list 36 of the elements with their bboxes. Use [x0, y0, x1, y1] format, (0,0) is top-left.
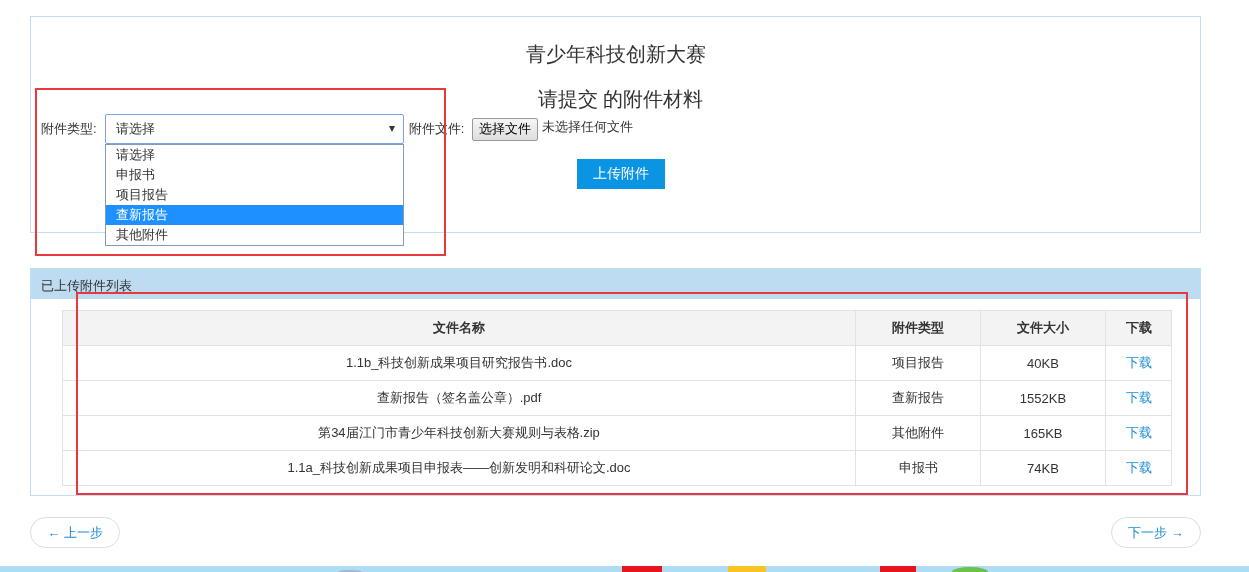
table-cell: 项目报告 [855, 345, 981, 381]
select-field[interactable]: 请选择 [104, 114, 404, 144]
download-link[interactable]: 下载 [1125, 460, 1152, 475]
table-cell: 1552KB [980, 380, 1106, 416]
table-cell: 74KB [980, 450, 1106, 486]
dropdown-option[interactable]: 请选择 [105, 145, 403, 165]
dropdown-option[interactable]: 申报书 [105, 165, 403, 185]
section-title: 已上传附件列表 [41, 277, 132, 295]
table-cell: 其他附件 [855, 415, 981, 451]
table-cell: 查新报告 [855, 380, 981, 416]
column-header: 下载 [1105, 310, 1172, 346]
dropdown-option[interactable]: 查新报告 [105, 205, 403, 225]
table-cell: 165KB [980, 415, 1106, 451]
table-cell: 40KB [980, 345, 1106, 381]
field-label: 附件类型: [41, 120, 97, 138]
table-cell: 第34届江门市青少年科技创新大赛规则与表格.zip [62, 415, 856, 451]
next-button[interactable]: 下一步 → [1111, 517, 1201, 548]
caret-icon [388, 126, 395, 132]
previous-button[interactable]: ← 上一步 [30, 517, 120, 548]
download-link[interactable]: 下载 [1125, 355, 1152, 370]
dropdown-option[interactable]: 其他附件 [105, 225, 403, 245]
column-header: 文件大小 [980, 310, 1106, 346]
upload-button[interactable]: 上传附件 [576, 159, 665, 189]
column-header: 附件类型 [855, 310, 981, 346]
column-header: 文件名称 [62, 310, 856, 346]
table-cell: 1.1a_科技创新成果项目申报表——创新发明和科研论文.doc [62, 450, 856, 486]
table-cell: 1.1b_科技创新成果项目研究报告书.doc [62, 345, 856, 381]
dropdown-option[interactable]: 项目报告 [105, 185, 403, 205]
table-cell: 查新报告（签名盖公章）.pdf [62, 380, 856, 416]
page-subtitle: 请提交 的附件材料 [536, 87, 705, 111]
file-status: 未选择任何文件 [542, 118, 634, 136]
table-cell: 申报书 [855, 450, 981, 486]
page-title: 青少年科技创新大赛 [524, 42, 707, 66]
choose-file-button[interactable]: 选择文件 [472, 117, 539, 141]
download-link[interactable]: 下载 [1125, 390, 1152, 405]
download-link[interactable]: 下载 [1125, 425, 1152, 440]
